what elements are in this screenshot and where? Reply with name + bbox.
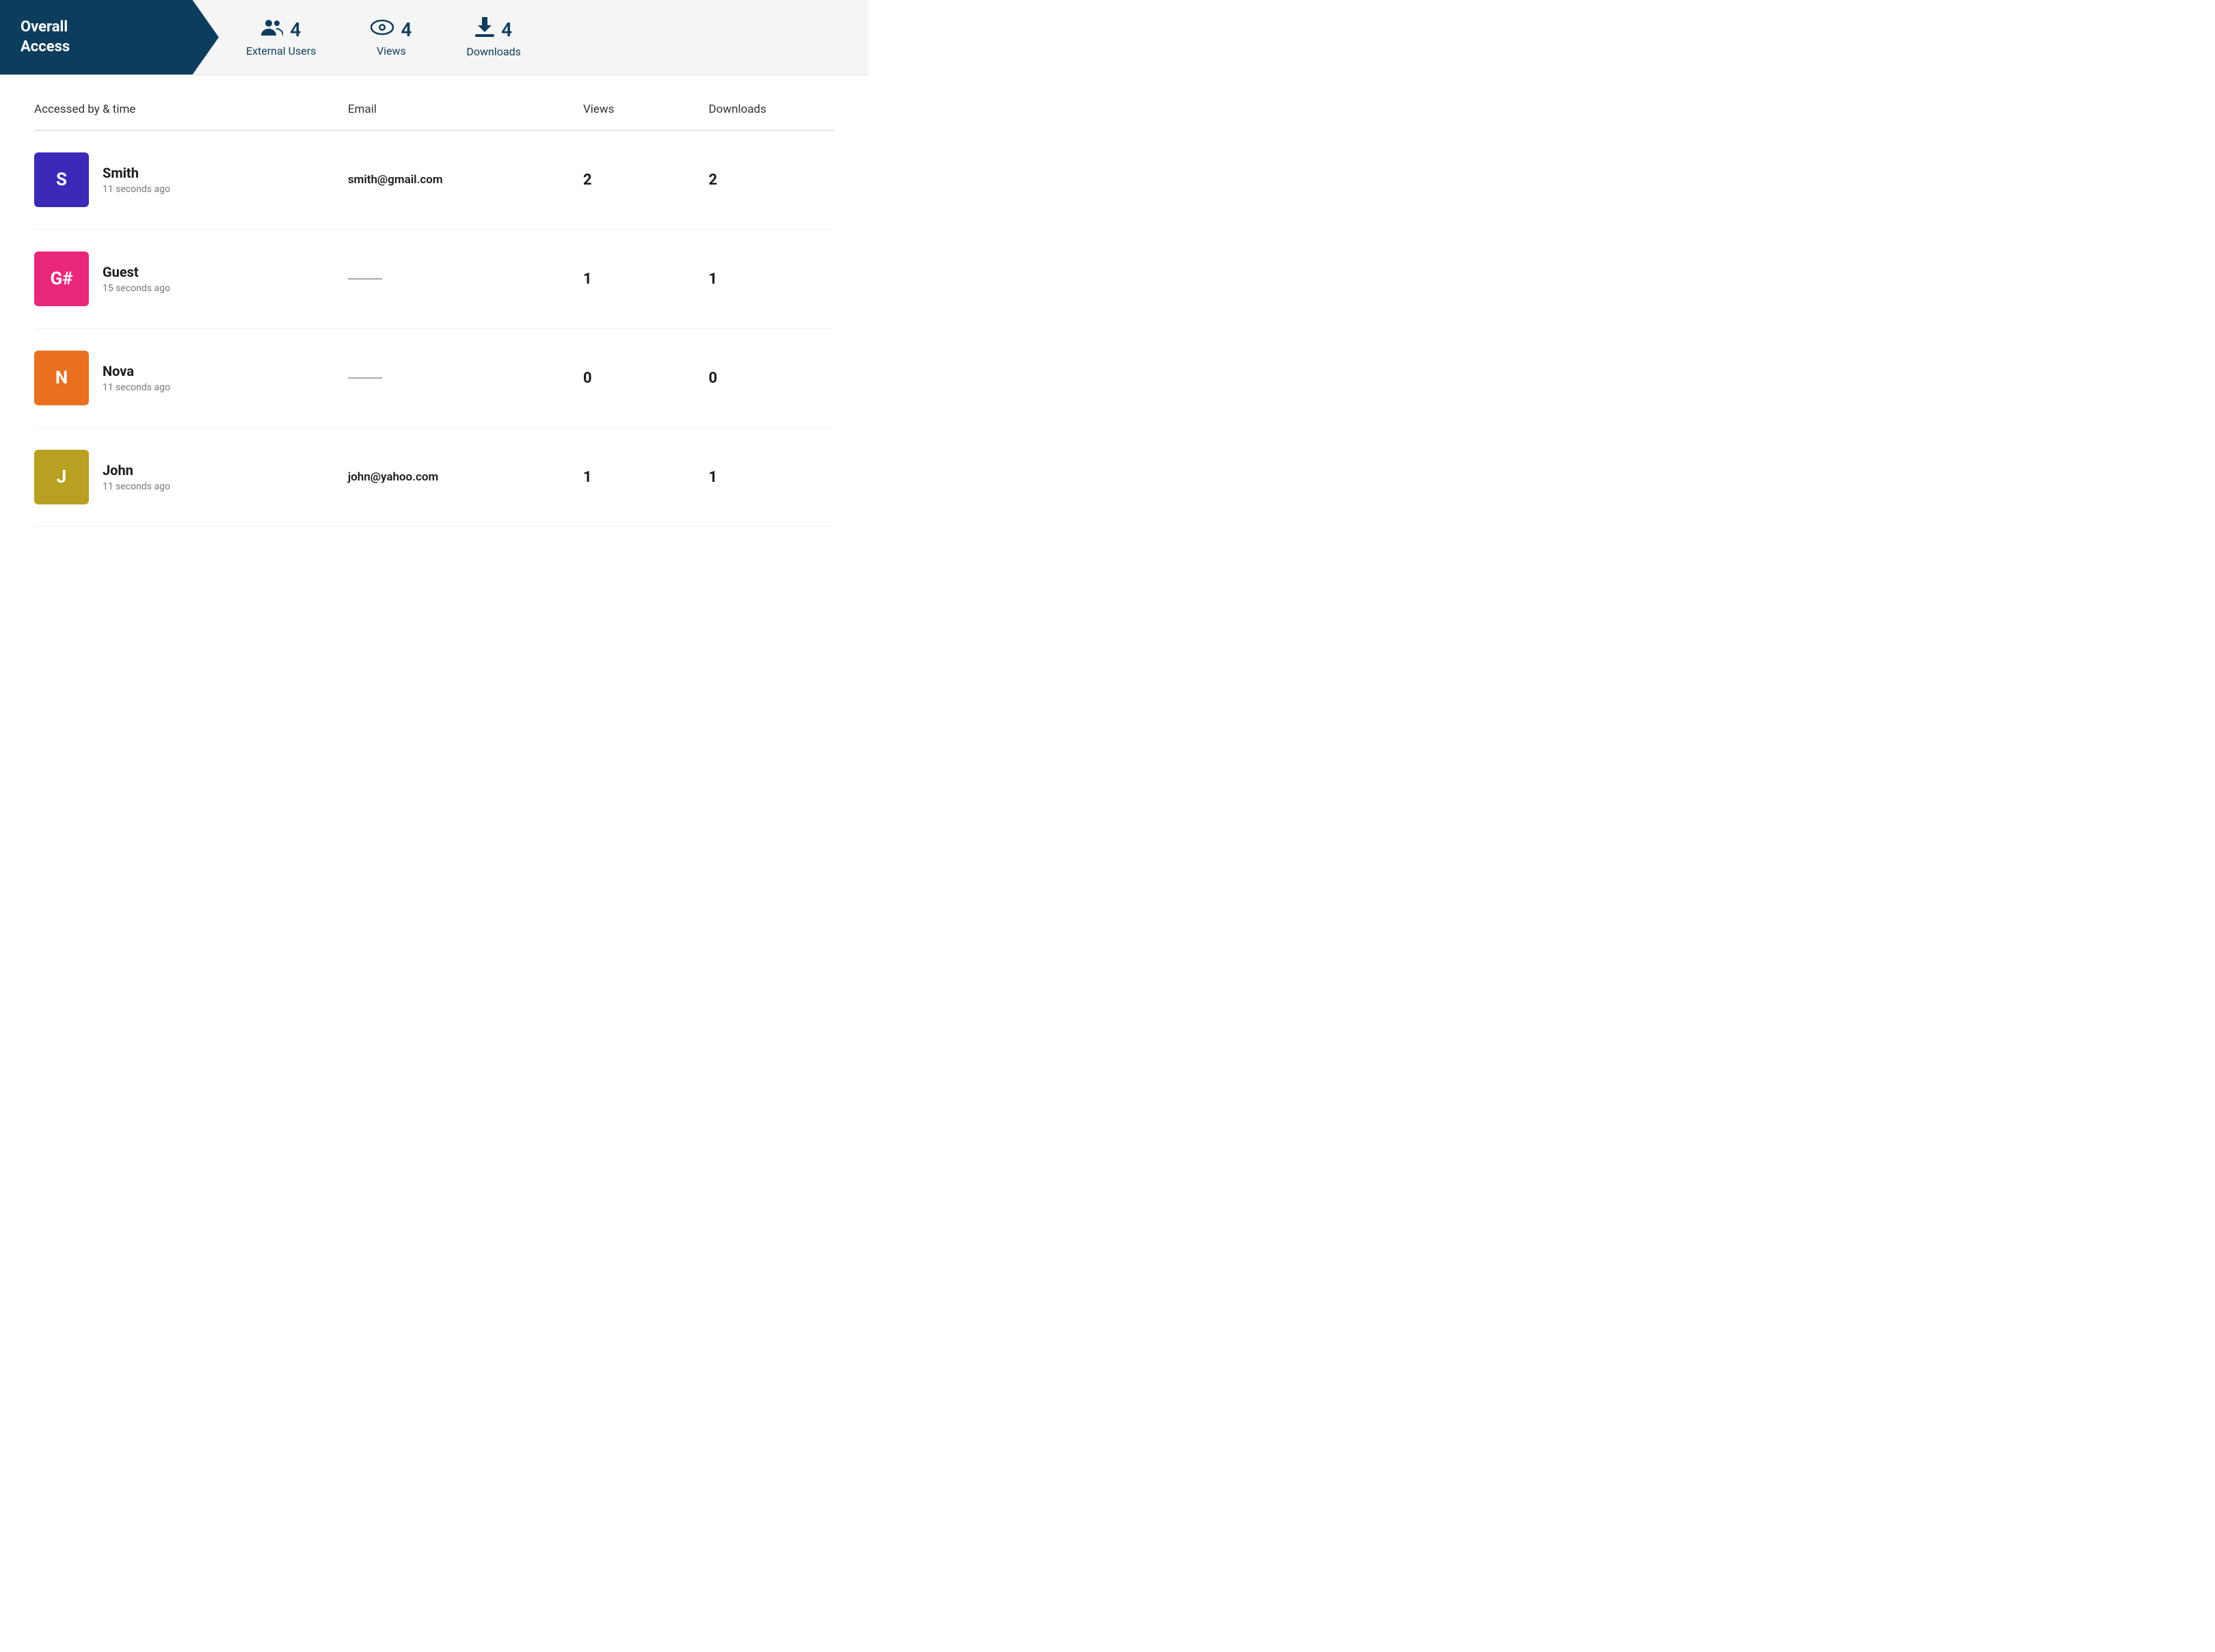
email-cell: john@yahoo.com xyxy=(348,470,583,484)
table-row: G# Guest 15 seconds ago 11 xyxy=(34,230,834,329)
stat-number: 4 xyxy=(401,18,412,41)
avatar: N xyxy=(34,351,89,405)
email-cell xyxy=(348,278,583,280)
stat-item-external-users: 4 External Users xyxy=(246,18,316,57)
user-name-block: John 11 seconds ago xyxy=(103,462,170,492)
column-header-accessed-by-and-time: Accessed by & time xyxy=(34,103,348,116)
user-info-cell: J John 11 seconds ago xyxy=(34,450,348,504)
views-icon xyxy=(371,18,394,42)
user-name: Guest xyxy=(103,264,170,280)
column-header-downloads: Downloads xyxy=(708,103,834,116)
stat-label: External Users xyxy=(246,44,316,57)
overall-access-badge: Overall Access xyxy=(0,0,219,75)
downloads-count: 1 xyxy=(708,469,834,486)
user-name-block: Smith 11 seconds ago xyxy=(103,165,170,195)
user-time: 11 seconds ago xyxy=(103,481,170,492)
email-dash xyxy=(348,377,382,379)
views-count: 1 xyxy=(583,469,709,486)
user-name: John xyxy=(103,462,170,478)
stat-number: 4 xyxy=(501,18,512,41)
downloads-count: 1 xyxy=(708,271,834,288)
user-info-cell: G# Guest 15 seconds ago xyxy=(34,252,348,306)
external-users-icon xyxy=(261,18,283,42)
stat-number: 4 xyxy=(290,18,301,41)
user-time: 15 seconds ago xyxy=(103,283,170,294)
stat-label: Views xyxy=(377,44,406,57)
overall-access-label: Overall Access xyxy=(21,18,70,57)
user-name: Nova xyxy=(103,363,170,379)
downloads-icon xyxy=(475,17,494,42)
user-info-cell: S Smith 11 seconds ago xyxy=(34,152,348,207)
user-time: 11 seconds ago xyxy=(103,382,170,393)
downloads-count: 0 xyxy=(708,370,834,387)
avatar: J xyxy=(34,450,89,504)
user-info-cell: N Nova 11 seconds ago xyxy=(34,351,348,405)
stat-label: Downloads xyxy=(466,45,520,58)
avatar: G# xyxy=(34,252,89,306)
downloads-count: 2 xyxy=(708,172,834,189)
column-header-views: Views xyxy=(583,103,709,116)
email-dash xyxy=(348,278,382,280)
user-time: 11 seconds ago xyxy=(103,184,170,195)
table-container: Accessed by & timeEmailViewsDownloads SS… xyxy=(0,75,868,554)
table-row: JJohn11 seconds agojohn@yahoo.com11 xyxy=(34,428,834,527)
header-stats: 4 External Users 4 Views 4 Downloads xyxy=(219,17,868,58)
views-count: 1 xyxy=(583,271,709,288)
user-name-block: Guest 15 seconds ago xyxy=(103,264,170,294)
header: Overall Access 4 External Users 4 xyxy=(0,0,868,75)
email-cell: smith@gmail.com xyxy=(348,173,583,187)
views-count: 0 xyxy=(583,370,709,387)
table-row: SSmith11 seconds agosmith@gmail.com22 xyxy=(34,131,834,230)
avatar: S xyxy=(34,152,89,207)
table-body: SSmith11 seconds agosmith@gmail.com22G#G… xyxy=(34,131,834,527)
stat-item-views: 4 Views xyxy=(371,18,412,57)
table-header: Accessed by & timeEmailViewsDownloads xyxy=(34,103,834,131)
user-name-block: Nova 11 seconds ago xyxy=(103,363,170,393)
column-header-email: Email xyxy=(348,103,583,116)
email-cell xyxy=(348,377,583,379)
views-count: 2 xyxy=(583,172,709,189)
table-row: N Nova 11 seconds ago 00 xyxy=(34,329,834,428)
stat-item-downloads: 4 Downloads xyxy=(466,17,520,58)
user-name: Smith xyxy=(103,165,170,181)
